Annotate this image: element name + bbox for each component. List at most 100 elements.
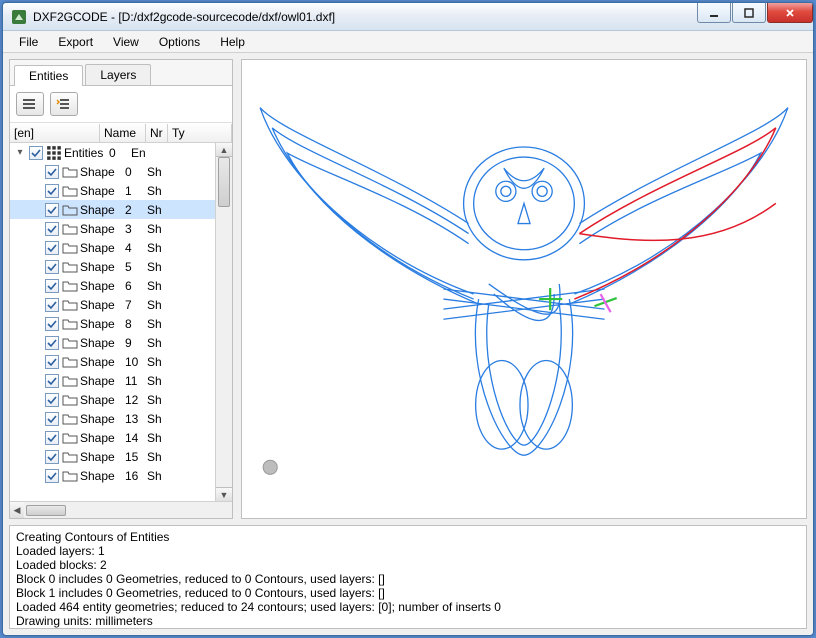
col-nr[interactable]: Nr [146,124,168,142]
cell-type: Sh [145,431,215,445]
cell-nr: 7 [123,298,145,312]
checkbox-icon[interactable] [45,298,59,312]
close-button[interactable] [767,3,813,23]
cell-name: Shape [78,336,123,350]
menu-export[interactable]: Export [48,33,103,51]
folder-icon [62,450,78,464]
folder-icon [62,165,78,179]
folder-icon [62,412,78,426]
checkbox-icon[interactable] [45,184,59,198]
tree-row-shape[interactable]: Shape7Sh [10,295,215,314]
drawing-svg [242,60,806,518]
scroll-up-icon[interactable]: ▲ [216,143,232,157]
cell-name: Shape [78,317,123,331]
checkbox-icon[interactable] [45,241,59,255]
tree-row-shape[interactable]: Shape16Sh [10,466,215,485]
tree-row-shape[interactable]: Shape4Sh [10,238,215,257]
col-name[interactable]: Name [100,124,146,142]
tree-row-shape[interactable]: Shape13Sh [10,409,215,428]
checkbox-icon[interactable] [45,469,59,483]
tree-rows: ▾Entities0EnShape0ShShape1ShShape2ShShap… [10,143,215,501]
tree-row-shape[interactable]: Shape5Sh [10,257,215,276]
tree-row-shape[interactable]: Shape8Sh [10,314,215,333]
checkbox-icon[interactable] [45,374,59,388]
cell-nr: 0 [107,146,129,160]
side-tabs: Entities Layers [10,60,232,86]
cell-type: Sh [145,355,215,369]
checkbox-icon[interactable] [45,336,59,350]
window-title: DXF2GCODE - [D:/dxf2gcode-sourcecode/dxf… [33,10,696,24]
tree-hscrollbar[interactable]: ◀ [10,501,232,518]
tree-row-shape[interactable]: Shape15Sh [10,447,215,466]
cell-nr: 12 [123,393,145,407]
folder-icon [62,355,78,369]
tree-row-shape[interactable]: Shape12Sh [10,390,215,409]
hscroll-thumb[interactable] [26,505,66,516]
cell-type: Sh [145,298,215,312]
cell-type: Sh [145,260,215,274]
checkbox-icon[interactable] [29,146,43,160]
checkbox-icon[interactable] [45,450,59,464]
cell-type: En [129,146,215,160]
checkbox-icon[interactable] [45,165,59,179]
cell-name: Shape [78,355,123,369]
cell-name: Shape [78,393,123,407]
cell-nr: 15 [123,450,145,464]
folder-icon [62,374,78,388]
checkbox-icon[interactable] [45,279,59,293]
checkbox-icon[interactable] [45,222,59,236]
tree-row-shape[interactable]: Shape2Sh [10,200,215,219]
folder-icon [62,222,78,236]
checkbox-icon[interactable] [45,355,59,369]
drawing-canvas[interactable] [241,59,807,519]
checkbox-icon[interactable] [45,260,59,274]
minimize-button[interactable] [697,3,731,23]
collapse-all-button[interactable] [16,92,44,116]
tree-row-shape[interactable]: Shape9Sh [10,333,215,352]
tree-header: [en] Name Nr Ty [10,123,232,143]
menu-help[interactable]: Help [210,33,255,51]
tree-row-shape[interactable]: Shape3Sh [10,219,215,238]
col-type[interactable]: Ty [168,124,232,142]
tree-vscrollbar[interactable]: ▲ ▼ [215,143,232,501]
tab-entities[interactable]: Entities [14,65,83,86]
cell-name: Shape [78,374,123,388]
col-enable[interactable]: [en] [10,124,100,142]
titlebar[interactable]: DXF2GCODE - [D:/dxf2gcode-sourcecode/dxf… [3,3,813,31]
tree-row-shape[interactable]: Shape10Sh [10,352,215,371]
cell-nr: 16 [123,469,145,483]
tree-row-root[interactable]: ▾Entities0En [10,143,215,162]
checkbox-icon[interactable] [45,317,59,331]
cell-name: Shape [78,469,123,483]
tree-row-shape[interactable]: Shape14Sh [10,428,215,447]
tree-row-shape[interactable]: Shape1Sh [10,181,215,200]
folder-icon [62,469,78,483]
checkbox-icon[interactable] [45,431,59,445]
menubar: File Export View Options Help [3,31,813,53]
cell-name: Shape [78,298,123,312]
scroll-down-icon[interactable]: ▼ [216,487,232,501]
tab-layers[interactable]: Layers [85,64,151,85]
tree-row-shape[interactable]: Shape11Sh [10,371,215,390]
folder-icon [62,184,78,198]
checkbox-icon[interactable] [45,393,59,407]
log-panel[interactable]: Creating Contours of Entities Loaded lay… [9,525,807,629]
menu-view[interactable]: View [103,33,149,51]
tree-row-shape[interactable]: Shape0Sh [10,162,215,181]
expand-all-button[interactable] [50,92,78,116]
folder-icon [62,336,78,350]
tree-row-shape[interactable]: Shape6Sh [10,276,215,295]
maximize-button[interactable] [732,3,766,23]
checkbox-icon[interactable] [45,412,59,426]
checkbox-icon[interactable] [45,203,59,217]
cell-type: Sh [145,412,215,426]
menu-file[interactable]: File [9,33,48,51]
scroll-left-icon[interactable]: ◀ [10,502,24,518]
cell-name: Shape [78,412,123,426]
content-area: Entities Layers [en] Name Nr Ty [3,53,813,635]
cell-nr: 4 [123,241,145,255]
menu-options[interactable]: Options [149,33,210,51]
cell-type: Sh [145,317,215,331]
vscroll-thumb[interactable] [218,157,230,207]
cell-name: Shape [78,431,123,445]
